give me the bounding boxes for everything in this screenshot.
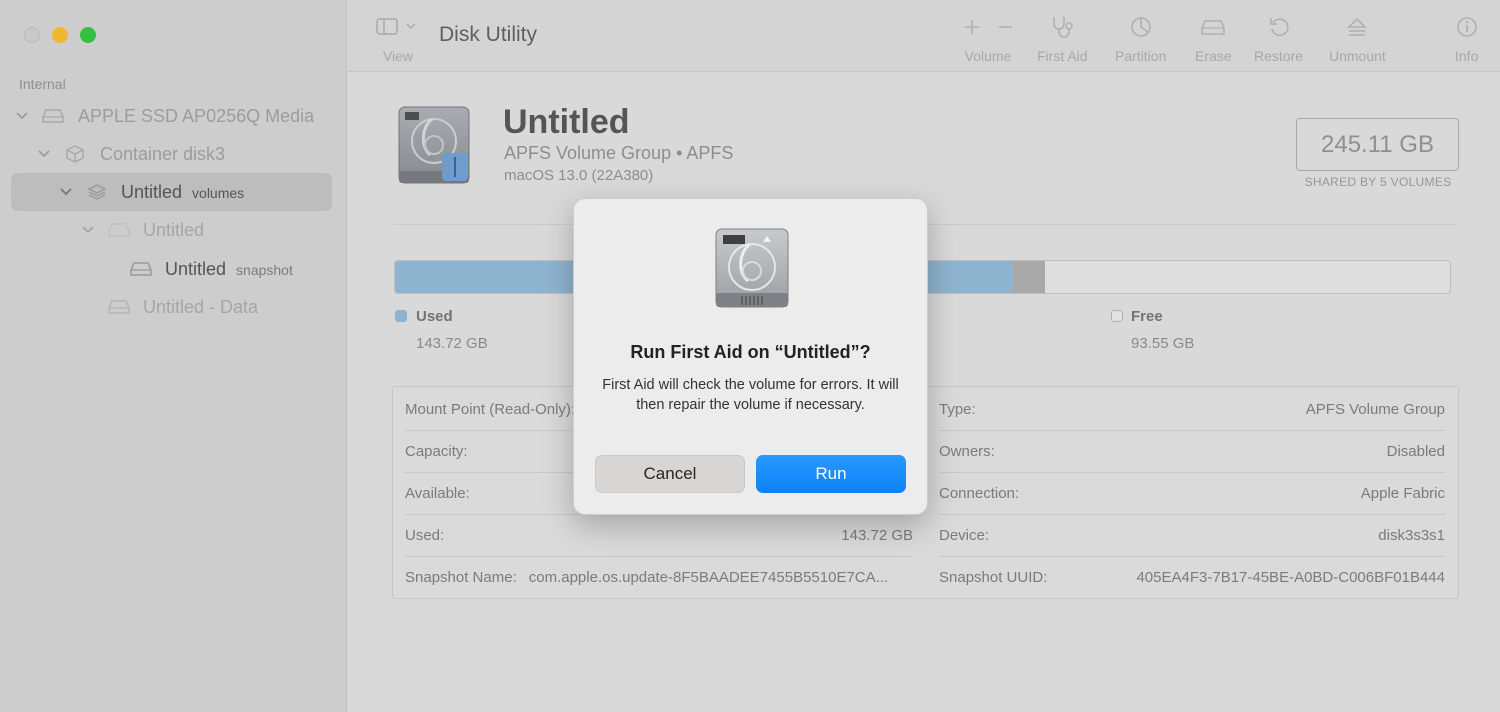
info-row-device: Device: disk3s3s1 [939,526,1445,544]
used-legend-label: Used [416,308,453,325]
sidebar-item-label: Untitled - Data [143,296,259,317]
volume-icon [108,221,130,239]
close-window-button[interactable] [24,27,40,43]
free-legend-label: Free [1131,308,1163,325]
sidebar-item-sublabel: volumes [192,184,245,201]
volume-size: 245.11 GB [1321,130,1434,158]
erase-label: Erase [1195,48,1232,64]
free-legend-value: 93.55 GB [1131,335,1195,352]
stethoscope-icon [1049,14,1075,40]
sidebar: Internal APPLE SSD AP0256Q Media Contain… [0,0,347,712]
sidebar-item-untitled[interactable]: Untitled [11,211,332,249]
sidebar-item-untitled-snapshot[interactable]: Untitled snapshot [11,250,332,288]
volume-label: Volume [964,48,1012,64]
shared-volumes-caption: SHARED BY 5 VOLUMES [1304,175,1452,189]
volume-type: APFS Volume Group • APFS [504,143,734,163]
zoom-window-button[interactable] [80,27,96,43]
info-icon [1456,14,1478,40]
sidebar-item-label: Untitled [165,258,227,279]
erase-disk-icon [1200,14,1226,40]
used-legend-value: 143.72 GB [416,335,488,352]
run-button[interactable]: Run [756,455,906,493]
sidebar-section-internal: Internal [19,76,66,92]
partition-button[interactable]: Partition [1115,14,1166,68]
partition-label: Partition [1115,48,1167,64]
first-aid-dialog: Run First Aid on “Untitled”? First Aid w… [573,198,928,515]
info-row-snapshot-name: Snapshot Name: com.apple.os.update-8F5BAA… [405,568,889,586]
volume-size-box: 245.11 GB [1296,118,1459,171]
volume-group-icon [86,183,108,201]
internal-drive-icon [712,227,792,309]
erase-button[interactable]: Erase [1195,14,1232,68]
volume-os-version: macOS 13.0 (22A380) [504,167,654,184]
info-row-snapshot-uuid: Snapshot UUID: 405EA4F3-7B17-45BE-A0BD-C0… [939,568,1445,586]
restore-label: Restore [1254,48,1304,64]
sidebar-item-untitled-volumes[interactable]: Untitled volumes [11,173,332,211]
info-row-owners: Owners: Disabled [939,442,1445,460]
sidebar-item-label: Container disk3 [100,143,226,164]
chevron-down-icon[interactable] [81,223,95,237]
info-row-type: Type: APFS Volume Group [939,400,1445,418]
chevron-down-icon[interactable] [15,109,29,123]
app-title: Disk Utility [439,23,537,46]
free-swatch [1111,310,1123,322]
partition-pie-icon [1130,14,1152,40]
restore-button[interactable]: Restore [1254,14,1303,68]
toolbar: View Disk Utility Volume First Aid Parti… [348,0,1500,72]
unmount-label: Unmount [1329,48,1386,64]
chevron-down-icon[interactable] [59,185,73,199]
eject-icon [1346,14,1368,40]
sidebar-item-label: Untitled [121,181,183,202]
volume-drive-icon [396,105,472,187]
unmount-button[interactable]: Unmount [1329,14,1386,68]
dialog-message: First Aid will check the volume for erro… [602,377,899,413]
add-remove-volume-icon [960,14,1016,40]
container-icon [64,145,86,163]
view-label: View [382,48,414,64]
cancel-button[interactable]: Cancel [595,455,745,493]
sidebar-item-label: Untitled [143,219,205,240]
info-label: Info [1455,48,1479,64]
info-row-connection: Connection: Apple Fabric [939,484,1445,502]
dialog-title: Run First Aid on “Untitled”? [630,342,871,362]
volume-button[interactable]: Volume [960,14,1016,68]
internal-disk-icon [42,107,64,125]
usage-bar-other [1013,261,1045,293]
view-button[interactable]: View [376,14,420,68]
sidebar-item-apple-ssd[interactable]: APPLE SSD AP0256Q Media [11,97,332,135]
sidebar-item-label: APPLE SSD AP0256Q Media [78,105,315,126]
minimize-window-button[interactable] [52,27,68,43]
restore-arrow-icon [1268,14,1290,40]
volume-disk-icon [108,298,130,316]
sidebar-toggle-icon [376,14,420,40]
info-button[interactable]: Info [1455,14,1478,68]
volume-name: Untitled [503,103,630,141]
snapshot-disk-icon [130,260,152,278]
first-aid-label: First Aid [1037,48,1088,64]
chevron-down-icon[interactable] [37,147,51,161]
used-swatch [395,310,407,322]
sidebar-item-sublabel: snapshot [236,261,293,278]
info-row-used: Used: 143.72 GB [405,526,913,544]
first-aid-button[interactable]: First Aid [1037,14,1088,68]
sidebar-item-container-disk3[interactable]: Container disk3 [11,135,332,173]
sidebar-item-untitled-data[interactable]: Untitled - Data [11,288,332,326]
